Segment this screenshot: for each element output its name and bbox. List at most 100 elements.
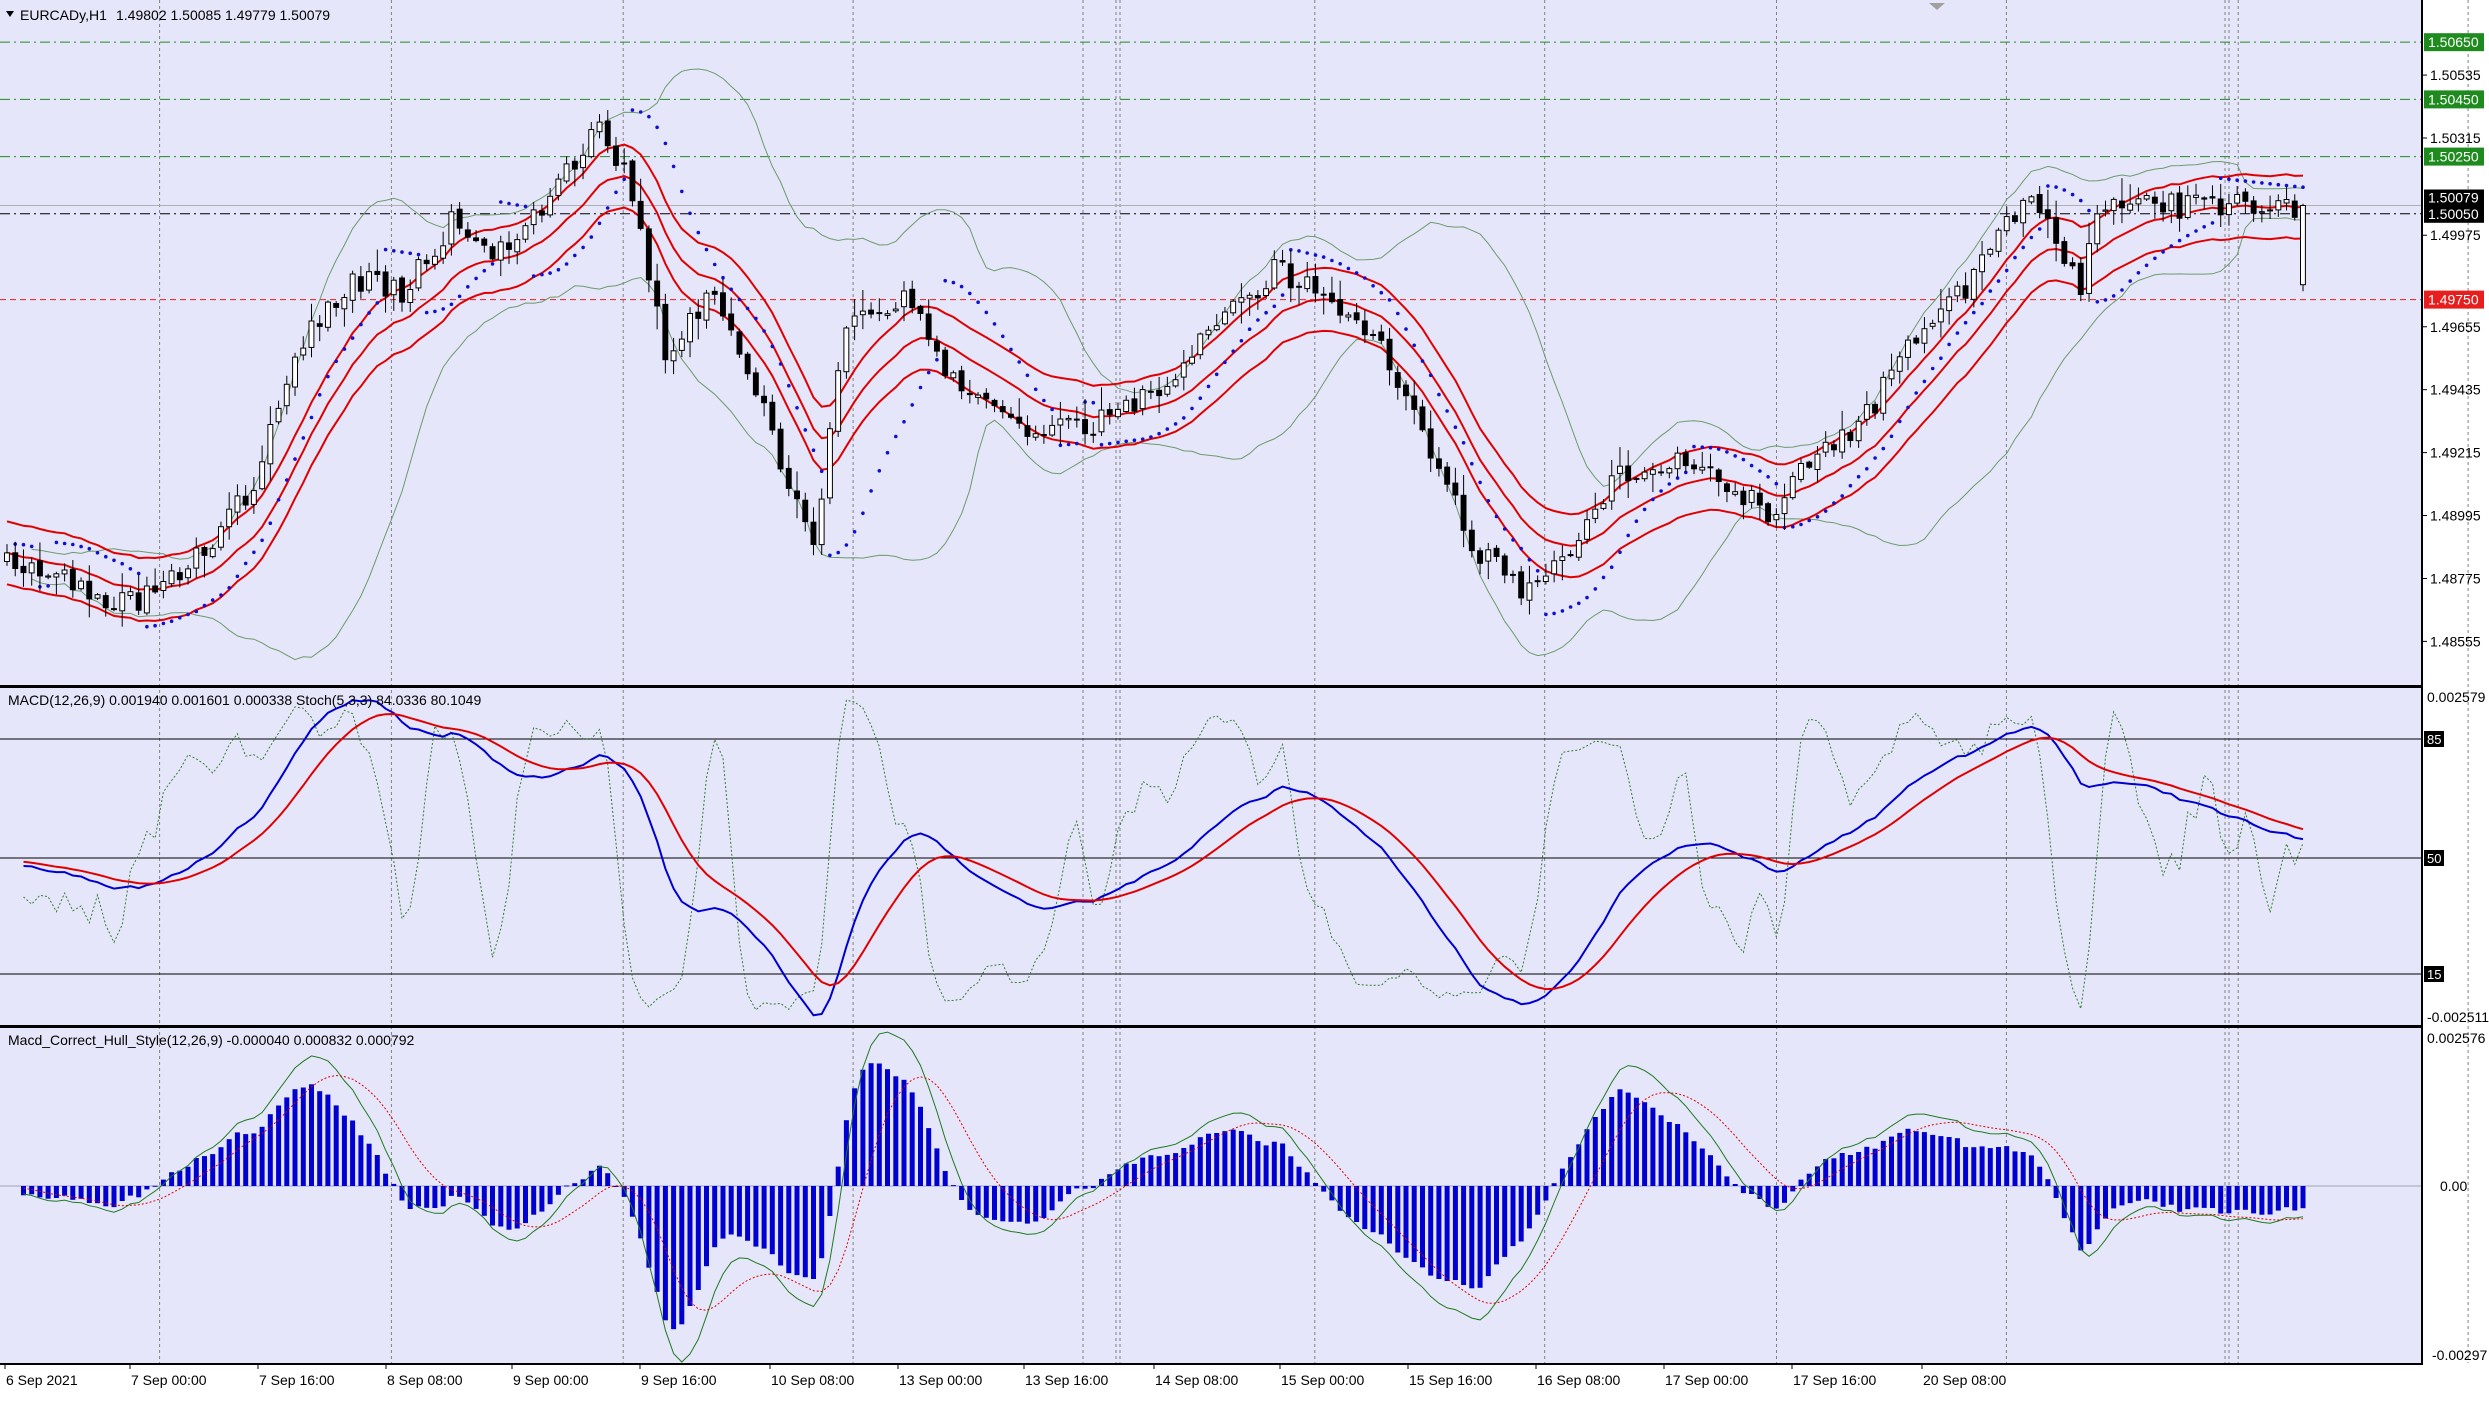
psar-dot [2301,185,2305,189]
trading-chart-window[interactable]: EURCADy,H1 1.49802 1.50085 1.49779 1.500… [0,0,2489,1399]
psar-dot [309,415,314,420]
psar-dot [819,469,824,474]
psar-dot [869,489,873,493]
hull-bar [736,1186,742,1237]
psar-dot [622,177,626,181]
hull-bar [1625,1092,1631,1186]
psar-dot [712,262,717,267]
hull-bar [1526,1186,1532,1229]
psar-dot [597,221,602,226]
psar-dot [1634,519,1639,523]
psar-dot [1017,360,1021,364]
hull-bar [687,1186,693,1306]
hull-bar [1090,1186,1096,1189]
psar-dot [235,574,240,579]
psar-dot [1075,441,1079,446]
hull-bar [761,1186,767,1249]
psar-dot [1758,469,1762,473]
psar-dot [1305,251,1309,255]
psar-dot [1297,249,1301,253]
psar-dot [408,251,413,256]
psar-dot [202,603,207,608]
hull-bar [992,1186,997,1220]
hull-bar [399,1186,405,1201]
psar-dot [1437,392,1441,397]
psar-dot [482,268,487,273]
hull-bar [1033,1186,1039,1222]
hull-bar [1131,1163,1137,1186]
hull-bar [490,1186,495,1226]
hull-pane[interactable] [0,1028,2422,1363]
hull-bar [1897,1132,1903,1186]
hull-bar [679,1186,685,1325]
hull-bar [1049,1186,1055,1211]
chart-canvas[interactable]: EURCADy,H1 1.49802 1.50085 1.49779 1.500… [0,0,2489,1399]
hull-bar [45,1186,51,1199]
psar-dot [1247,327,1252,332]
psar-dot [54,540,59,545]
hull-bar [300,1087,306,1186]
psar-dot [1025,373,1030,378]
candle [325,300,331,332]
psar-dot [400,250,404,254]
psar-dot [1066,442,1071,447]
psar-dot [655,125,659,130]
hull-bar [111,1186,117,1208]
hull-bar [539,1186,545,1212]
hull-bar [868,1063,874,1186]
hull-bar [1148,1155,1154,1186]
current-price-tag: 1.50079 [2424,189,2484,206]
psar-dot [507,201,511,206]
symbol-timeframe: EURCADy,H1 [20,7,107,23]
psar-dot [976,300,980,305]
stoch-level-50-tag: 50 [2424,850,2444,866]
psar-dot [1766,475,1770,479]
hull-bar [1601,1109,1606,1186]
psar-dot [1379,290,1384,295]
hull-bar [950,1185,956,1187]
psar-dot [918,385,923,390]
hull-bar [292,1089,298,1186]
psar-dot [1873,456,1877,460]
psar-dot [1519,546,1523,551]
psar-dot [737,297,742,302]
hull-bar [1921,1132,1927,1186]
hull-bar [1872,1148,1878,1186]
psar-dot [1659,489,1663,493]
hull-bar [358,1135,364,1186]
psar-dot [375,301,380,305]
hull-bar [350,1120,356,1186]
hull-bar [572,1183,578,1186]
hull-bar [1477,1186,1483,1288]
hull-bar [243,1134,249,1186]
hull-bar [1839,1153,1845,1186]
hull-bar [374,1155,380,1186]
time-label: 10 Sep 08:00 [771,1372,855,1388]
psar-dot [581,245,585,250]
psar-dot [301,436,306,440]
psar-dot [1124,439,1128,444]
hull-bar [2210,1186,2215,1208]
hull-scale-top: 0.002576 [2427,1030,2486,1046]
psar-dot [1898,419,1902,424]
psar-dot [285,478,289,482]
hull-bar [1650,1107,1656,1186]
hull-bar [1954,1138,1960,1186]
psar-dot [2136,271,2141,275]
hull-bar [720,1186,726,1239]
symbol-header[interactable]: EURCADy,H1 1.49802 1.50085 1.49779 1.500… [6,7,330,23]
psar-dot [62,541,67,546]
psar-dot [79,544,83,549]
hull-bar [959,1186,965,1200]
psar-dot [754,316,758,321]
psar-dot [910,403,914,407]
hull-bar [2292,1186,2298,1211]
psar-dot [2029,235,2034,240]
hull-bar [2070,1186,2076,1233]
psar-dot [2111,294,2116,298]
psar-dot [1840,494,1844,498]
hull-bar [333,1105,339,1186]
hull-bar [1996,1147,2001,1186]
psar-dot [968,291,972,296]
hull-bar [1732,1184,1738,1186]
